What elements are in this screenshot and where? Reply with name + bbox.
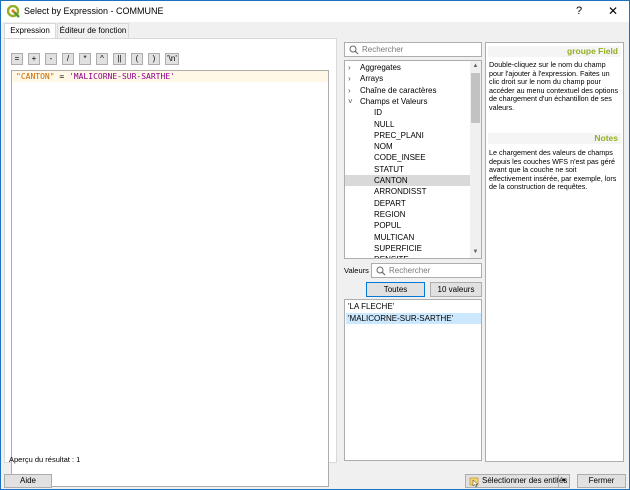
chevron-down-icon[interactable]: ▼ — [558, 475, 569, 487]
operator-button[interactable]: * — [79, 53, 91, 65]
tree-item-label: MULTICAN — [374, 232, 415, 242]
window-title: Select by Expression - COMMUNE — [24, 6, 164, 16]
help-button[interactable]: Aide — [4, 474, 52, 488]
chevron-down-icon[interactable]: ˅ — [348, 96, 356, 107]
tree-item-label: CANTON — [374, 176, 408, 185]
select-by-expression-dialog: Select by Expression - COMMUNE ? ✕ Expre… — [0, 0, 630, 490]
function-search-placeholder: Rechercher — [362, 45, 404, 54]
expression-panel: = + - / * ^ || () '\n' "CANTON" = 'MALICORNE-SUR… — [4, 38, 337, 487]
expression-value-token: 'MALICORNE-SUR-SARTHE' — [68, 72, 175, 81]
tree-item-field[interactable]: POPUL — [345, 220, 471, 231]
tree-item-label: Champs et Valeurs — [360, 96, 428, 106]
help-description: Double-cliquez sur le nom du champ pour … — [489, 60, 619, 112]
result-preview-value: 1 — [76, 455, 81, 464]
expression-operator-token: = — [54, 72, 69, 81]
close-window-button[interactable]: ✕ — [597, 1, 629, 22]
tree-item-field[interactable]: DENSITE — [345, 254, 471, 258]
qgis-logo-icon — [7, 5, 20, 18]
scroll-up-arrow-icon[interactable]: ▲ — [470, 61, 481, 72]
tree-item-label: DEPART — [374, 198, 406, 208]
tree-item-field[interactable]: NULL — [345, 119, 471, 130]
tree-item-field[interactable]: DEPART — [345, 198, 471, 209]
value-item[interactable]: 'MALICORNE-SUR-SARTHE' — [346, 312, 481, 324]
tree-item-label: CODE_INSEE — [374, 153, 426, 163]
tree-item-label: ARRONDISST — [374, 187, 427, 197]
tree-item-label: Arrays — [360, 74, 384, 84]
expression-text: "CANTON" = 'MALICORNE-SUR-SARTHE' — [16, 72, 175, 81]
tree-item-group[interactable]: › Chaîne de caractères — [345, 85, 471, 96]
expression-field-token: "CANTON" — [16, 72, 55, 81]
values-list: 'LA FLECHE' 'MALICORNE-SUR-SARTHE' — [344, 299, 482, 461]
values-label: Valeurs — [344, 266, 369, 275]
help-notes-body: Le chargement des valeurs de champs depu… — [489, 148, 617, 192]
values-search-placeholder: Rechercher — [389, 266, 431, 275]
tree-item-field[interactable]: ID — [345, 107, 471, 118]
operator-button[interactable]: || — [113, 53, 126, 65]
search-icon — [376, 266, 386, 276]
tree-item-field[interactable]: STATUT — [345, 164, 471, 175]
help-title: groupe Field — [488, 46, 621, 57]
select-features-label: Sélectionner des entités — [482, 476, 568, 485]
tree-item-field[interactable]: CODE_INSEE — [345, 152, 471, 163]
tree-item-field[interactable]: REGION — [345, 209, 471, 220]
chevron-right-icon[interactable]: › — [348, 85, 356, 96]
operator-button[interactable]: '\n' — [165, 53, 179, 65]
load-ten-values-button[interactable]: 10 valeurs — [430, 282, 482, 297]
tree-item-label: STATUT — [374, 164, 404, 174]
tree-item-label: DENSITE — [374, 254, 409, 258]
close-button[interactable]: Fermer — [577, 474, 626, 488]
chevron-right-icon[interactable]: › — [348, 73, 356, 84]
tree-item-field[interactable]: MULTICAN — [345, 232, 471, 243]
tree-item-label: POPUL — [374, 221, 402, 231]
result-preview-label: Aperçu du résultat : — [9, 455, 75, 464]
load-all-values-button[interactable]: Toutes — [366, 282, 425, 297]
tree-item-label: PREC_PLANI — [374, 130, 424, 140]
scroll-thumb[interactable] — [471, 73, 480, 123]
operator-button[interactable]: - — [45, 53, 57, 65]
title-bar: Select by Expression - COMMUNE ? ✕ — [1, 1, 629, 22]
help-notes-title: Notes — [488, 133, 621, 144]
operator-button[interactable]: + — [28, 53, 40, 65]
tab-function-editor[interactable]: Éditeur de fonction — [57, 23, 129, 38]
tree-item-field[interactable]: CANTON — [345, 175, 471, 187]
tree-item-field[interactable]: NOM — [345, 141, 471, 152]
tree-item-field[interactable]: PREC_PLANI — [345, 130, 471, 141]
operator-button[interactable]: ( — [131, 53, 143, 65]
tree-item-field[interactable]: SUPERFICIE — [345, 243, 471, 254]
help-panel: groupe Field Double-cliquez sur le nom d… — [485, 42, 624, 462]
scroll-down-arrow-icon[interactable]: ▼ — [470, 247, 481, 258]
tree-item-label: ID — [374, 108, 382, 118]
function-tree-scrollbar[interactable]: ▲ ▼ — [470, 61, 481, 258]
result-preview: Aperçu du résultat : 1 — [9, 455, 80, 464]
tab-expression[interactable]: Expression — [4, 23, 56, 39]
chevron-right-icon[interactable]: › — [348, 62, 356, 73]
select-features-icon — [469, 477, 479, 487]
operator-button[interactable]: / — [62, 53, 74, 65]
operator-button[interactable]: ) — [148, 53, 160, 65]
operator-button[interactable]: = — [11, 53, 23, 65]
tree-item-label: NULL — [374, 119, 395, 129]
tree-item-label: Aggregates — [360, 63, 401, 72]
tree-item-group[interactable]: › Aggregates — [345, 62, 471, 73]
function-search-input[interactable]: Rechercher — [344, 42, 482, 57]
search-icon — [349, 45, 359, 55]
tree-item-label: REGION — [374, 209, 406, 219]
help-title-button[interactable]: ? — [563, 1, 595, 22]
tree-item-group[interactable]: ˅ Champs et Valeurs — [345, 96, 471, 107]
expression-editor[interactable]: "CANTON" = 'MALICORNE-SUR-SARTHE' — [11, 70, 329, 487]
values-search-input[interactable]: Rechercher — [371, 263, 482, 278]
tree-item-label: NOM — [374, 142, 393, 152]
value-item[interactable]: 'LA FLECHE' — [346, 301, 481, 312]
operator-button[interactable]: ^ — [96, 53, 108, 65]
tree-item-label: Chaîne de caractères — [360, 85, 437, 95]
tree-item-group[interactable]: › Arrays — [345, 73, 471, 84]
function-tree: › Aggregates › Arrays › Chaîne de caractères ˅… — [344, 60, 482, 259]
tree-item-label: SUPERFICIE — [374, 243, 423, 253]
select-features-button[interactable]: Sélectionner des entités ▼ — [465, 474, 570, 488]
tree-item-field[interactable]: ARRONDISST — [345, 186, 471, 197]
